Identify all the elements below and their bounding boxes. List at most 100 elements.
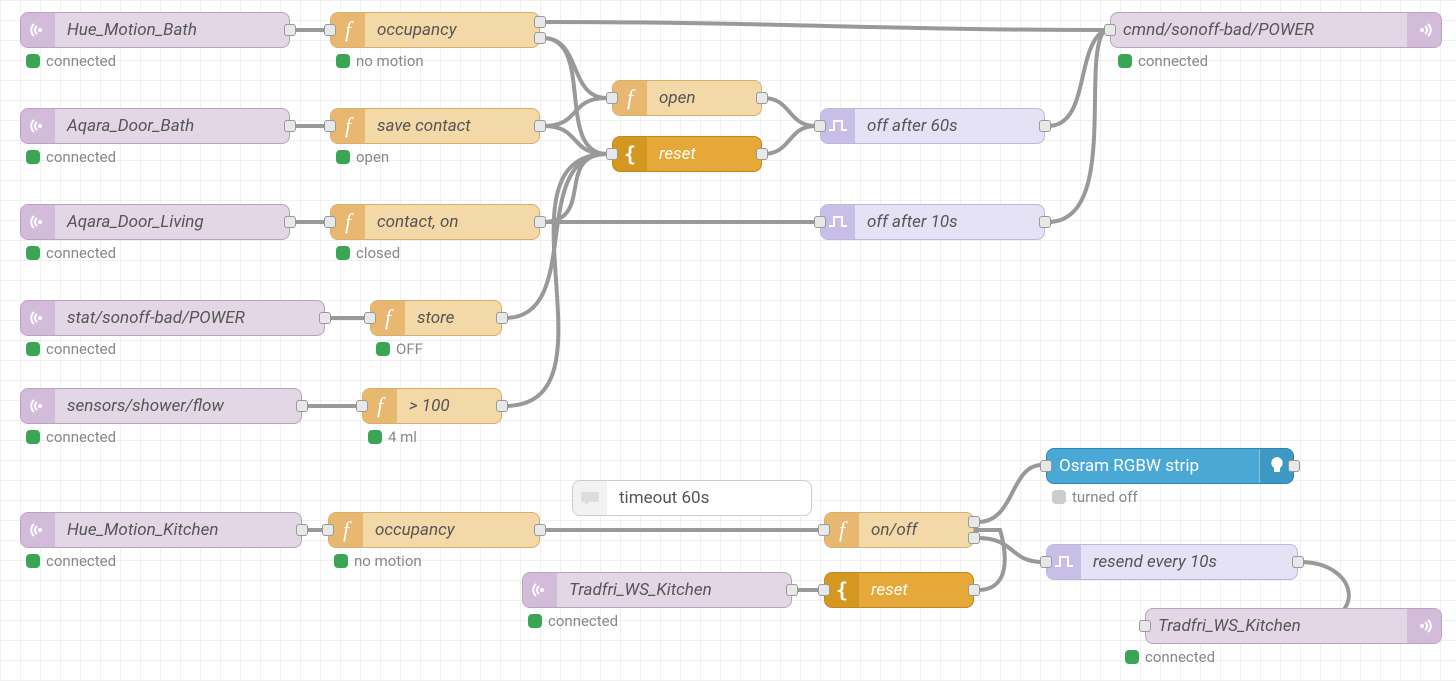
node-shower-flow[interactable]: sensors/shower/flow <box>20 388 302 424</box>
input-port[interactable] <box>322 524 334 536</box>
input-port[interactable] <box>1040 556 1052 568</box>
node-label: Osram RGBW strip <box>1047 449 1259 483</box>
output-port[interactable] <box>496 312 508 324</box>
node-stat-sonoff[interactable]: stat/sonoff-bad/POWER <box>20 300 325 336</box>
output-port[interactable] <box>296 400 308 412</box>
node-aqara-door-bath[interactable]: Aqara_Door_Bath <box>20 108 290 144</box>
node-tradfri-in[interactable]: Tradfri_WS_Kitchen <box>522 572 792 608</box>
pulse-icon <box>821 109 855 143</box>
node-reset-2[interactable]: { reset <box>824 572 974 608</box>
output-port[interactable] <box>284 24 296 36</box>
node-aqara-door-living[interactable]: Aqara_Door_Living <box>20 204 290 240</box>
node-open[interactable]: f open <box>612 80 762 116</box>
output-port[interactable] <box>1039 120 1051 132</box>
status-dot <box>336 54 350 68</box>
output-port[interactable] <box>496 400 508 412</box>
node-label: save contact <box>365 109 539 143</box>
node-save-contact[interactable]: f save contact <box>330 108 540 144</box>
status-contact-on: closed <box>336 244 400 262</box>
node-gt100[interactable]: f > 100 <box>362 388 502 424</box>
node-label: occupancy <box>365 13 539 47</box>
status-text: no motion <box>354 552 422 570</box>
status-text: connected <box>1145 648 1215 666</box>
output-port[interactable] <box>534 16 546 28</box>
input-port[interactable] <box>1104 24 1116 36</box>
node-label: stat/sonoff-bad/POWER <box>55 301 324 335</box>
node-hue-motion-bath[interactable]: Hue_Motion_Bath <box>20 12 290 48</box>
output-port[interactable] <box>968 516 980 528</box>
radio-icon <box>523 573 557 607</box>
node-occupancy-1[interactable]: f occupancy <box>330 12 540 48</box>
input-port[interactable] <box>1040 460 1052 472</box>
output-port[interactable] <box>968 532 980 544</box>
output-port[interactable] <box>534 216 546 228</box>
input-port[interactable] <box>1139 620 1151 632</box>
output-port[interactable] <box>284 216 296 228</box>
input-port[interactable] <box>606 92 618 104</box>
node-label: occupancy <box>363 513 539 547</box>
input-port[interactable] <box>324 216 336 228</box>
input-port[interactable] <box>818 524 830 536</box>
node-occupancy-2[interactable]: f occupancy <box>328 512 540 548</box>
output-port[interactable] <box>756 148 768 160</box>
input-port[interactable] <box>324 24 336 36</box>
input-port[interactable] <box>814 216 826 228</box>
node-cmnd-sonoff[interactable]: cmnd/sonoff-bad/POWER <box>1110 12 1442 48</box>
node-reset-1[interactable]: { reset <box>612 136 762 172</box>
input-port[interactable] <box>818 584 830 596</box>
status-tradfri-out: connected <box>1125 648 1215 666</box>
output-port[interactable] <box>1288 460 1300 472</box>
output-port[interactable] <box>534 524 546 536</box>
input-port[interactable] <box>606 148 618 160</box>
input-port[interactable] <box>324 120 336 132</box>
status-dot <box>26 54 40 68</box>
node-onoff[interactable]: f on/off <box>824 512 974 548</box>
output-port[interactable] <box>284 120 296 132</box>
node-label: sensors/shower/flow <box>55 389 301 423</box>
function-icon: f <box>371 301 405 335</box>
status-dot <box>336 150 350 164</box>
radio-icon <box>1407 13 1441 47</box>
input-port[interactable] <box>364 312 376 324</box>
status-aqara-door-bath: connected <box>26 148 116 166</box>
status-text: open <box>356 148 389 166</box>
status-dot <box>376 342 390 356</box>
function-icon: f <box>825 513 859 547</box>
node-off-after-10s[interactable]: off after 10s <box>820 204 1045 240</box>
node-timeout-comment[interactable]: timeout 60s <box>572 480 812 516</box>
output-port[interactable] <box>534 32 546 44</box>
radio-icon <box>21 109 55 143</box>
input-port[interactable] <box>814 120 826 132</box>
status-occupancy-1: no motion <box>336 52 424 70</box>
output-port[interactable] <box>319 312 331 324</box>
status-text: connected <box>46 148 116 166</box>
node-label: Hue_Motion_Bath <box>55 13 289 47</box>
output-port[interactable] <box>968 584 980 596</box>
status-text: no motion <box>356 52 424 70</box>
output-port[interactable] <box>296 524 308 536</box>
radio-icon <box>21 301 55 335</box>
node-resend-every-10s[interactable]: resend every 10s <box>1046 544 1298 580</box>
status-dot <box>26 554 40 568</box>
node-label: contact, on <box>365 205 539 239</box>
node-tradfri-out[interactable]: Tradfri_WS_Kitchen <box>1145 608 1442 644</box>
node-osram[interactable]: Osram RGBW strip <box>1046 448 1294 484</box>
output-port[interactable] <box>786 584 798 596</box>
node-label: Aqara_Door_Living <box>55 205 289 239</box>
output-port[interactable] <box>1039 216 1051 228</box>
node-off-after-60s[interactable]: off after 60s <box>820 108 1045 144</box>
node-contact-on[interactable]: f contact, on <box>330 204 540 240</box>
output-port[interactable] <box>534 120 546 132</box>
node-label: off after 10s <box>855 205 1044 239</box>
brace-icon: { <box>825 573 859 607</box>
node-label: resend every 10s <box>1081 545 1297 579</box>
output-port[interactable] <box>1292 556 1304 568</box>
node-label: Tradfri_WS_Kitchen <box>557 573 791 607</box>
output-port[interactable] <box>756 92 768 104</box>
status-dot <box>1052 490 1066 504</box>
node-hue-motion-kitchen[interactable]: Hue_Motion_Kitchen <box>20 512 302 548</box>
node-store[interactable]: f store <box>370 300 502 336</box>
input-port[interactable] <box>356 400 368 412</box>
node-label: Tradfri_WS_Kitchen <box>1146 609 1407 643</box>
status-text: connected <box>46 552 116 570</box>
